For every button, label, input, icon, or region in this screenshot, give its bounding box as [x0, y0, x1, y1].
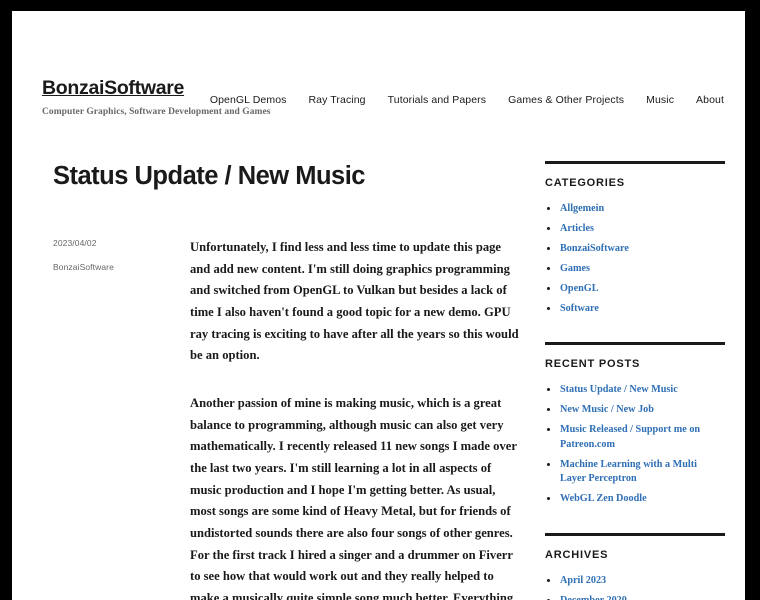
widget-divider — [545, 161, 725, 164]
categories-list: Allgemein Articles BonzaiSoftware Games … — [545, 202, 725, 316]
post-paragraph-2: Another passion of mine is making music,… — [190, 396, 517, 600]
category-link-bonzaisoftware[interactable]: BonzaiSoftware — [560, 243, 629, 254]
widget-title-categories: CATEGORIES — [545, 177, 625, 189]
list-item[interactable]: Music Released / Support me on Patreon.c… — [545, 423, 725, 452]
category-link-allgemein[interactable]: Allgemein — [560, 203, 604, 214]
site-tagline: Computer Graphics, Software Development … — [42, 107, 271, 118]
list-item[interactable]: December 2020 — [545, 594, 725, 600]
post-body-row: 2023/04/02 BonzaiSoftware Unfortunately,… — [42, 237, 520, 600]
widget-title-recent-posts: RECENT POSTS — [545, 358, 641, 371]
list-item[interactable]: New Music / New Job — [545, 403, 725, 417]
post-date: 2023/04/02 — [53, 238, 97, 249]
list-item[interactable]: BonzaiSoftware — [545, 242, 725, 256]
list-item[interactable]: Articles — [545, 222, 725, 236]
page-title: Status Update / New Music — [53, 162, 365, 190]
nav-item-ray-tracing[interactable]: Ray Tracing — [298, 94, 377, 106]
recent-post-link-webgl-zen-doodle[interactable]: WebGL Zen Doodle — [560, 493, 647, 504]
main-navigation[interactable]: OpenGL Demos Ray Tracing Tutorials and P… — [199, 94, 724, 106]
page-frame: BonzaiSoftware Computer Graphics, Softwa… — [12, 11, 745, 600]
list-item[interactable]: Allgemein — [545, 202, 725, 216]
widget-divider — [545, 342, 725, 346]
recent-posts-list: Status Update / New Music New Music / Ne… — [545, 383, 725, 506]
nav-item-about[interactable]: About — [685, 94, 724, 106]
nav-item-opengl-demos[interactable]: OpenGL Demos — [199, 94, 298, 106]
site-header: BonzaiSoftware Computer Graphics, Softwa… — [12, 11, 745, 117]
recent-post-link-status-update[interactable]: Status Update / New Music — [560, 384, 678, 395]
list-item[interactable]: April 2023 — [545, 574, 725, 588]
widget-title-archives: ARCHIVES — [545, 548, 609, 561]
widget-categories: CATEGORIES Allgemein Articles BonzaiSoft… — [545, 161, 725, 316]
recent-post-link-machine-learning[interactable]: Machine Learning with a Multi Layer Perc… — [560, 459, 697, 484]
nav-item-tutorials-and-papers[interactable]: Tutorials and Papers — [377, 94, 498, 106]
post-paragraph-1: Unfortunately, I find less and less time… — [190, 240, 519, 363]
nav-item-games-and-other-projects[interactable]: Games & Other Projects — [497, 94, 635, 106]
site-title[interactable]: BonzaiSoftware — [42, 77, 184, 99]
archive-link-december-2020[interactable]: December 2020 — [560, 595, 627, 600]
list-item[interactable]: Games — [545, 262, 725, 276]
list-item[interactable]: Status Update / New Music — [545, 383, 725, 397]
category-link-articles[interactable]: Articles — [560, 223, 594, 234]
widget-recent-posts: RECENT POSTS Status Update / New Music N… — [545, 342, 725, 506]
post-article: Status Update / New Music 2023/04/02 Bon… — [42, 161, 520, 600]
category-link-games[interactable]: Games — [560, 263, 590, 274]
primary-content: Status Update / New Music 2023/04/02 Bon… — [42, 161, 520, 600]
post-meta: 2023/04/02 BonzaiSoftware — [53, 237, 171, 286]
list-item[interactable]: OpenGL — [545, 282, 725, 296]
post-content: Unfortunately, I find less and less time… — [190, 237, 522, 600]
category-link-opengl[interactable]: OpenGL — [560, 283, 599, 294]
list-item[interactable]: Software — [545, 302, 725, 316]
archives-list: April 2023 December 2020 July 2018 May 2… — [545, 574, 725, 600]
post-author-link[interactable]: BonzaiSoftware — [53, 262, 114, 272]
list-item[interactable]: Machine Learning with a Multi Layer Perc… — [545, 458, 725, 487]
widget-archives: ARCHIVES April 2023 December 2020 July 2… — [545, 532, 725, 600]
sidebar: CATEGORIES Allgemein Articles BonzaiSoft… — [545, 161, 725, 600]
list-item[interactable]: WebGL Zen Doodle — [545, 492, 725, 506]
archive-link-april-2023[interactable]: April 2023 — [560, 575, 606, 586]
nav-item-music[interactable]: Music — [635, 94, 685, 106]
recent-post-link-music-released[interactable]: Music Released / Support me on Patreon.c… — [560, 424, 700, 449]
recent-post-link-new-music-new-job[interactable]: New Music / New Job — [560, 404, 654, 415]
post-author[interactable]: BonzaiSoftware — [53, 261, 171, 273]
category-link-software[interactable]: Software — [560, 303, 599, 314]
widget-divider — [545, 532, 725, 536]
